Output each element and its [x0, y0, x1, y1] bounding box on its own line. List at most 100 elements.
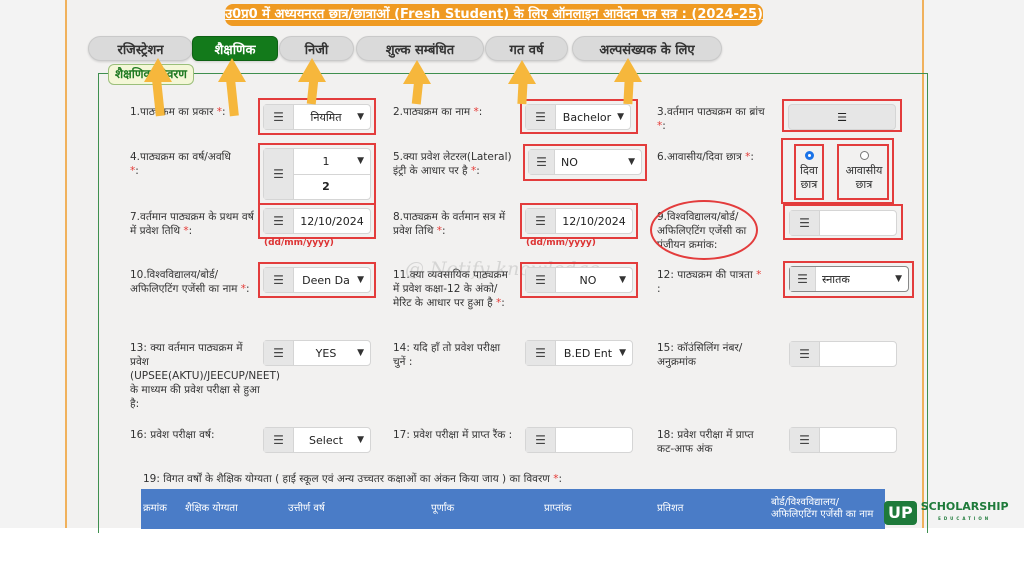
- selected-value: Bachelor: [562, 110, 612, 124]
- list-icon: ☰: [264, 268, 294, 292]
- tab-label: गत वर्ष: [509, 42, 544, 58]
- column-header-board-name: बोर्ड/विश्वविद्यालय/ अफिलिएटिंग एजेंसी क…: [771, 497, 874, 520]
- course-duration-input[interactable]: 2: [294, 175, 370, 200]
- chevron-down-icon: ▼: [357, 435, 364, 445]
- field-label-course-year: 4.पाठ्यक्रम का वर्ष/अवधि *:: [130, 151, 231, 177]
- list-icon: ☰: [264, 341, 294, 365]
- list-icon: ☰: [526, 428, 556, 452]
- up-scholarship-logo: UP SCHOLARSHIP EDUCATION: [884, 500, 1009, 526]
- course-year-group: ☰ 1 ▼ 2: [263, 148, 371, 200]
- input-value: 12/10/2024: [300, 214, 364, 228]
- counselling-number-input[interactable]: ☰: [789, 341, 897, 367]
- tab-label: शैक्षणिक: [214, 42, 256, 58]
- field-label-day-resident: 6.आवासीय/दिवा छात्र *:: [657, 151, 754, 163]
- list-icon: ☰: [264, 209, 294, 233]
- column-header-obtained-marks: प्राप्तांक: [544, 503, 572, 514]
- selected-value: Deen Da: [302, 273, 350, 287]
- list-icon: ☰: [790, 428, 820, 452]
- tab-personal[interactable]: निजी: [279, 36, 354, 61]
- tab-label: रजिस्ट्रेशन: [117, 42, 164, 58]
- chevron-down-icon: ▼: [628, 157, 635, 167]
- chevron-down-icon: ▼: [357, 112, 364, 122]
- course-type-select[interactable]: ☰ नियमित ▼: [263, 104, 371, 130]
- column-header-serial: क्रमांक: [143, 503, 167, 514]
- first-year-admission-date-input[interactable]: ☰ 12/10/2024: [263, 208, 371, 234]
- column-header-passing-year: उत्तीर्ण वर्ष: [288, 503, 325, 514]
- logo-name: SCHOLARSHIP: [920, 500, 1009, 513]
- course-year-select[interactable]: 1 ▼: [294, 149, 370, 175]
- field-label-first-year-admission-date: 7.वर्तमान पाठ्यक्रम के प्रथम वर्ष में प्…: [130, 211, 254, 237]
- selected-value: नियमित: [310, 110, 342, 124]
- tab-minority[interactable]: अल्पसंख्यक के लिए: [572, 36, 722, 61]
- radio-hosteller[interactable]: आवासीय छात्र: [842, 150, 886, 192]
- university-name-select[interactable]: ☰ Deen Da ▼: [263, 267, 371, 293]
- chevron-down-icon: ▼: [617, 112, 624, 122]
- list-icon: ☰: [264, 105, 294, 129]
- tab-label: शुल्क सम्बंधित: [385, 42, 455, 58]
- exam-year-select[interactable]: ☰ Select ▼: [263, 427, 371, 453]
- column-header-percentage: प्रतिशत: [657, 503, 684, 514]
- entrance-exam-select[interactable]: ☰ B.ED Ent ▼: [525, 340, 633, 366]
- field-label-course-name: 2.पाठ्यक्रम का नाम *:: [393, 106, 483, 118]
- column-header-max-marks: पूर्णांक: [431, 503, 455, 514]
- list-icon: ☰: [264, 428, 294, 452]
- field-label-course-eligibility: 12: पाठ्यक्रम की पात्रता *:: [657, 269, 762, 295]
- field-label-merit-based-admission: 11.क्या व्यवसायिक पाठ्यक्रम में प्रवेश क…: [393, 269, 508, 309]
- section-legend: शैक्षणिक विवरण: [108, 64, 194, 85]
- chevron-down-icon: ▼: [357, 275, 364, 285]
- selected-value: NO: [561, 155, 578, 169]
- field-label-course-type: 1.पाठ्यक्रम का प्रकार *:: [130, 106, 226, 118]
- field-label-registration-number: 9.विश्वविद्यालय/बोर्ड/अफिलिएटिंग एजेंसी …: [657, 211, 747, 251]
- selected-value: Select: [309, 433, 343, 447]
- tab-previous-year[interactable]: गत वर्ष: [485, 36, 568, 61]
- list-icon: ☰: [526, 268, 556, 292]
- field-label-lateral-entry: 5.क्या प्रवेश लेटरल(Lateral) इंट्री के आ…: [393, 151, 512, 177]
- merit-based-admission-select[interactable]: ☰ NO ▼: [525, 267, 633, 293]
- input-value: 12/10/2024: [562, 214, 626, 228]
- academic-details-fieldset: [98, 73, 928, 533]
- list-icon: ☰: [526, 209, 556, 233]
- chevron-down-icon: ▼: [619, 275, 626, 285]
- course-name-select[interactable]: ☰ Bachelor ▼: [525, 104, 631, 130]
- list-icon: ☰: [790, 342, 820, 366]
- tab-academic[interactable]: शैक्षणिक: [192, 36, 278, 61]
- selected-value: YES: [315, 346, 337, 360]
- radio-button-unchecked[interactable]: [859, 151, 869, 160]
- registration-number-input[interactable]: ☰: [789, 210, 897, 236]
- branch-select[interactable]: ☰: [788, 104, 896, 130]
- field-label-select-entrance-exam: 14: यदि हाँ तो प्रवेश परीक्षा चुनें :: [393, 342, 501, 368]
- field-label-entrance-exam-admission: 13: क्या वर्तमान पाठ्यक्रम में प्रवेश (U…: [130, 342, 281, 410]
- radio-day-scholar[interactable]: दिवा छात्र: [797, 150, 821, 192]
- field-label-branch: 3.वर्तमान पाठ्यक्रम का ब्रांच *:: [657, 106, 765, 132]
- cutoff-marks-input[interactable]: ☰: [789, 427, 897, 453]
- radio-button-checked[interactable]: [804, 151, 814, 160]
- field-label-counselling-number: 15: कॉउंसिलिंग नंबर/ अनुक्रमांक: [657, 342, 743, 368]
- list-icon: ☰: [526, 341, 556, 365]
- entrance-exam-admission-select[interactable]: ☰ YES ▼: [263, 340, 371, 366]
- list-icon: ☰: [837, 110, 847, 124]
- logo-tagline: EDUCATION: [938, 516, 992, 521]
- list-icon: ☰: [790, 211, 820, 235]
- list-icon: ☰: [529, 150, 555, 174]
- course-eligibility-select[interactable]: ☰ स्नातक ▼: [789, 266, 909, 292]
- field-label-exam-year: 16: प्रवेश परीक्षा वर्ष:: [130, 429, 215, 441]
- date-format-hint: (dd/mm/yyyy): [526, 238, 596, 248]
- current-session-admission-date-input[interactable]: ☰ 12/10/2024: [525, 208, 633, 234]
- selected-value: स्नातक: [822, 272, 850, 286]
- logo-mark: UP: [884, 501, 917, 525]
- tab-registration[interactable]: रजिस्ट्रेशन: [88, 36, 193, 61]
- field-label-cutoff-marks: 18: प्रवेश परीक्षा में प्राप्त कट-आफ अंक: [657, 429, 754, 455]
- selected-value: NO: [579, 273, 597, 287]
- exam-rank-input[interactable]: ☰: [525, 427, 633, 453]
- tab-fee-related[interactable]: शुल्क सम्बंधित: [356, 36, 484, 61]
- field-label-previous-qualification: 19: विगत वर्षों के शैक्षिक योग्यता ( हाई…: [143, 473, 563, 485]
- chevron-down-icon: ▼: [619, 348, 626, 358]
- field-label-current-session-admission-date: 8.पाठ्यक्रम के वर्तमान सत्र में प्रवेश त…: [393, 211, 506, 237]
- list-icon: ☰: [790, 267, 816, 291]
- list-icon: ☰: [264, 149, 294, 199]
- field-label-exam-rank: 17: प्रवेश परीक्षा में प्राप्त रैंक :: [393, 429, 513, 441]
- column-header-qualification: शैक्षिक योग्यता: [185, 503, 238, 514]
- chevron-down-icon: ▼: [357, 348, 364, 358]
- chevron-down-icon: ▼: [895, 274, 902, 284]
- lateral-entry-select[interactable]: ☰ NO ▼: [528, 149, 642, 175]
